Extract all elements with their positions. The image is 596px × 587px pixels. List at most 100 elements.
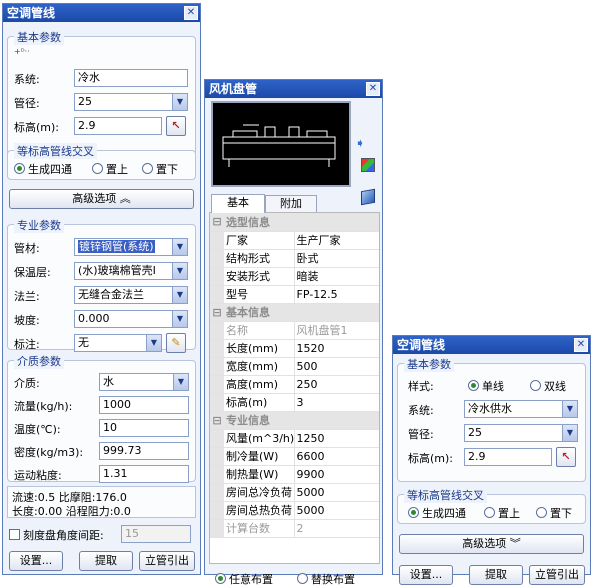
property-row[interactable]: 结构形式 卧式 bbox=[210, 249, 379, 268]
property-key: 宽度(mm) bbox=[224, 357, 295, 376]
collapse-icon[interactable]: ⊟ bbox=[210, 213, 224, 232]
property-value[interactable]: 暗装 bbox=[294, 267, 379, 286]
viscosity-input[interactable]: 1.31 bbox=[99, 465, 189, 483]
elevation-input[interactable]: 2.9 bbox=[464, 448, 552, 466]
property-value[interactable]: 250 bbox=[294, 375, 379, 394]
property-value[interactable]: 5000 bbox=[294, 483, 379, 502]
scale-label: 刻度盘角度间距: bbox=[23, 529, 104, 542]
arrow-down-icon[interactable]: ➧ bbox=[355, 136, 365, 150]
scale-dial-checkbox[interactable]: 刻度盘角度间距: bbox=[9, 527, 104, 543]
property-row[interactable]: 安装形式 暗装 bbox=[210, 267, 379, 286]
property-row[interactable]: 房间总热负荷 5000 bbox=[210, 501, 379, 520]
property-value[interactable]: 1520 bbox=[294, 339, 379, 358]
radio-any-placement[interactable]: 任意布置 bbox=[215, 571, 273, 587]
property-row[interactable]: 型号 FP-12.5 bbox=[210, 285, 379, 304]
density-input[interactable]: 999.73 bbox=[99, 442, 189, 460]
pick-button[interactable]: 提取 bbox=[469, 565, 523, 585]
close-icon[interactable]: ✕ bbox=[574, 338, 588, 352]
property-row[interactable]: 制冷量(W) 6600 bbox=[210, 447, 379, 466]
row-gutter bbox=[210, 465, 224, 484]
pick-point-icon[interactable]: ↖ bbox=[166, 116, 186, 136]
material-color-icon[interactable] bbox=[361, 158, 375, 172]
style-label: 样式: bbox=[408, 380, 434, 393]
property-value[interactable]: 卧式 bbox=[294, 249, 379, 268]
property-row[interactable]: 房间总冷负荷 5000 bbox=[210, 483, 379, 502]
radio-place-up[interactable]: 置上 bbox=[484, 505, 520, 521]
property-value[interactable]: 5000 bbox=[294, 501, 379, 520]
riser-button[interactable]: 立管引出 bbox=[529, 565, 585, 585]
insulation-select[interactable]: (水)玻璃棉管壳I ▼ bbox=[74, 262, 188, 280]
tab-extra[interactable]: 附加 bbox=[265, 195, 317, 213]
radio-place-down[interactable]: 置下 bbox=[142, 161, 178, 177]
close-icon[interactable]: ✕ bbox=[366, 82, 380, 96]
diameter-select[interactable]: 25 ▼ bbox=[464, 424, 578, 442]
property-value[interactable]: 1250 bbox=[294, 429, 379, 448]
radio-double-line[interactable]: 双线 bbox=[530, 378, 566, 394]
chevron-down-icon[interactable]: ▼ bbox=[172, 239, 187, 255]
radio-place-down[interactable]: 置下 bbox=[536, 505, 572, 521]
radio-four-way[interactable]: 生成四通 bbox=[14, 161, 72, 177]
medium-select[interactable]: 水 ▼ bbox=[99, 373, 189, 391]
diameter-select[interactable]: 25 ▼ bbox=[74, 93, 188, 111]
radio-replace-placement[interactable]: 替换布置 bbox=[297, 571, 355, 587]
property-row[interactable]: 厂家 生产厂家 bbox=[210, 231, 379, 250]
collapse-icon[interactable]: ⊟ bbox=[210, 411, 224, 430]
close-icon[interactable]: ✕ bbox=[184, 6, 198, 20]
scale-input[interactable]: 15 bbox=[121, 525, 191, 543]
temperature-input[interactable]: 10 bbox=[99, 419, 189, 437]
material-select[interactable]: 镀锌钢管(系统) ▼ bbox=[74, 238, 188, 256]
property-value[interactable]: 9900 bbox=[294, 465, 379, 484]
chevron-down-icon[interactable]: ▼ bbox=[562, 401, 577, 417]
pick-point-icon[interactable]: ↖ bbox=[556, 447, 576, 467]
edit-annotation-icon[interactable]: ✎ bbox=[166, 333, 186, 353]
pick-button[interactable]: 提取 bbox=[79, 551, 133, 571]
property-row[interactable]: 制热量(W) 9900 bbox=[210, 465, 379, 484]
property-row[interactable]: 名称 风机盘管1 bbox=[210, 321, 379, 340]
property-value[interactable]: 500 bbox=[294, 357, 379, 376]
property-value[interactable]: 生产厂家 bbox=[294, 231, 379, 250]
system-select[interactable]: 冷水供水 ▼ bbox=[464, 400, 578, 418]
property-value[interactable]: 风机盘管1 bbox=[294, 321, 379, 340]
property-key: 高度(mm) bbox=[224, 375, 295, 394]
advanced-options-button[interactable]: 高级选项 ︾ bbox=[399, 534, 584, 554]
property-value[interactable]: 2 bbox=[294, 519, 379, 538]
property-row[interactable]: 标高(m) 3 bbox=[210, 393, 379, 412]
chevron-down-icon[interactable]: ▼ bbox=[172, 287, 187, 303]
property-row[interactable]: 宽度(mm) 500 bbox=[210, 357, 379, 376]
chevron-down-icon[interactable]: ▼ bbox=[172, 94, 187, 110]
property-row[interactable]: 高度(mm) 250 bbox=[210, 375, 379, 394]
property-row[interactable]: 风量(m^3/h) 1250 bbox=[210, 429, 379, 448]
fan-coil-preview-icon bbox=[222, 124, 336, 167]
property-category[interactable]: ⊟ 选型信息 bbox=[210, 213, 379, 232]
property-row[interactable]: 长度(mm) 1520 bbox=[210, 339, 379, 358]
system-input[interactable]: 冷水 bbox=[74, 69, 188, 87]
flange-value: 无缝合金法兰 bbox=[78, 288, 144, 301]
slope-select[interactable]: 0.000 ▼ bbox=[74, 310, 188, 328]
riser-button[interactable]: 立管引出 bbox=[139, 551, 195, 571]
radio-four-way[interactable]: 生成四通 bbox=[408, 505, 466, 521]
annotation-select[interactable]: 无 ▼ bbox=[74, 334, 162, 352]
chevron-down-icon[interactable]: ▼ bbox=[172, 263, 187, 279]
advanced-options-button[interactable]: 高级选项 ︽ bbox=[9, 189, 194, 209]
radio-place-up[interactable]: 置上 bbox=[92, 161, 128, 177]
settings-button[interactable]: 设置... bbox=[9, 551, 63, 571]
elevation-input[interactable]: 2.9 bbox=[74, 117, 162, 135]
property-value[interactable]: FP-12.5 bbox=[294, 285, 379, 304]
settings-button[interactable]: 设置... bbox=[399, 565, 453, 585]
collapse-icon[interactable]: ⊟ bbox=[210, 303, 224, 322]
property-value[interactable]: 3 bbox=[294, 393, 379, 412]
chevron-down-icon[interactable]: ▼ bbox=[173, 374, 188, 390]
property-row[interactable]: 计算台数 2 bbox=[210, 519, 379, 538]
property-category[interactable]: ⊟ 专业信息 bbox=[210, 411, 379, 430]
row-gutter bbox=[210, 321, 224, 340]
chevron-down-icon[interactable]: ▼ bbox=[172, 311, 187, 327]
3d-view-icon[interactable] bbox=[361, 188, 375, 206]
property-value[interactable]: 6600 bbox=[294, 447, 379, 466]
chevron-down-icon[interactable]: ▼ bbox=[562, 425, 577, 441]
property-category[interactable]: ⊟ 基本信息 bbox=[210, 303, 379, 322]
radio-single-line[interactable]: 单线 bbox=[468, 378, 504, 394]
chevron-down-icon[interactable]: ▼ bbox=[146, 335, 161, 351]
flow-input[interactable]: 1000 bbox=[99, 396, 189, 414]
flange-select[interactable]: 无缝合金法兰 ▼ bbox=[74, 286, 188, 304]
tab-basic[interactable]: 基本 bbox=[211, 194, 265, 213]
